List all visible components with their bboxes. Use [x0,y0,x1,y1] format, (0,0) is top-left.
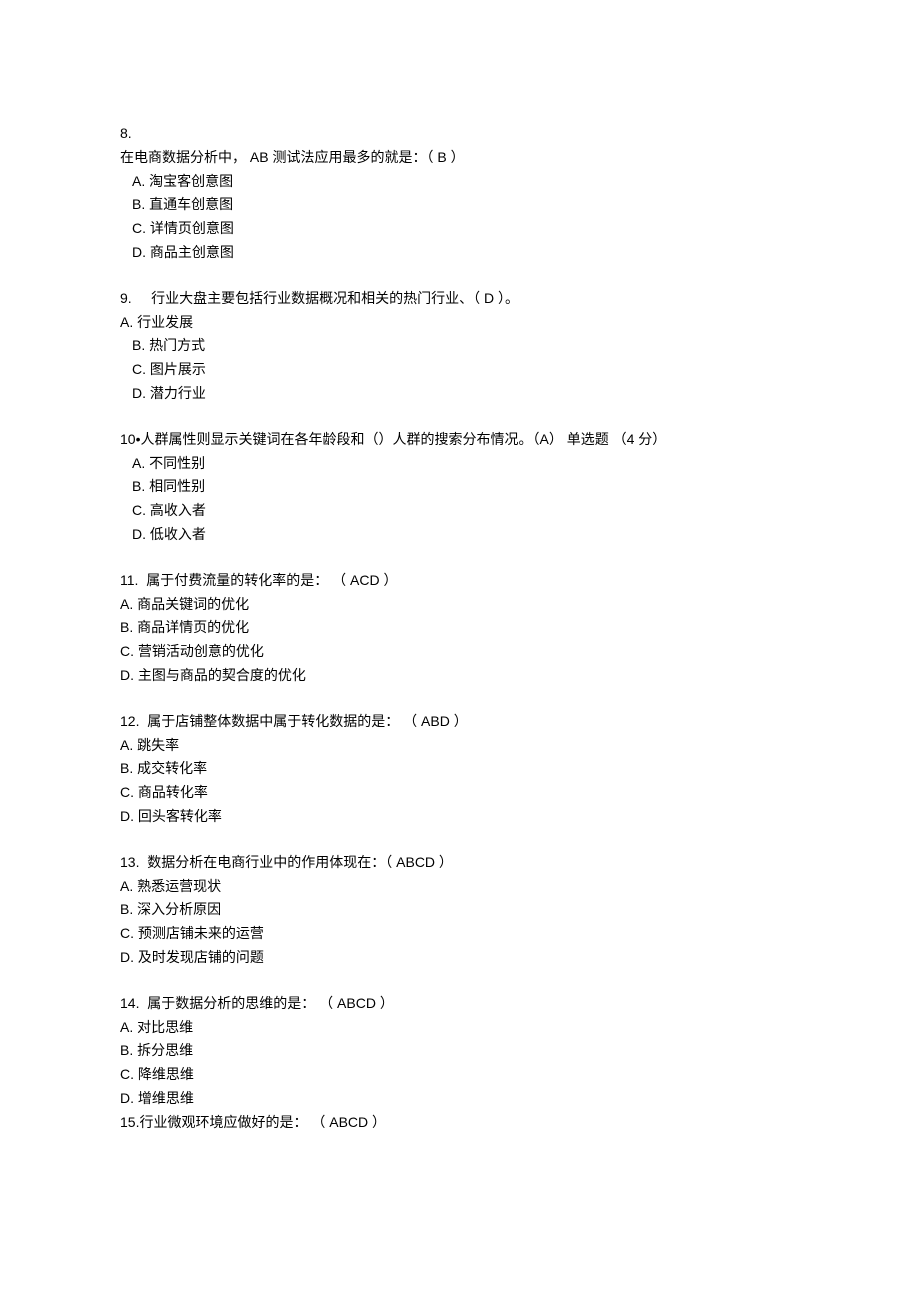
question-number: 12. [120,713,139,729]
option-c: C. 预测店铺未来的运营 [120,922,800,946]
question-15: 15.行业微观环境应做好的是： （ ABCD ） [120,1111,800,1135]
question-number: 14. [120,995,139,1011]
option-d: D. 回头客转化率 [120,805,800,829]
options: A. 行业发展 B. 热门方式 C. 图片展示 D. 潜力行业 [120,311,800,406]
option-b: B. 深入分析原因 [120,898,800,922]
option-c: C. 商品转化率 [120,781,800,805]
question-stem: 10•人群属性则显示关键词在各年龄段和（）人群的搜索分布情况。（A） 单选题 （… [120,428,800,452]
option-a: A. 行业发展 [120,311,800,335]
question-text: 属于数据分析的思维的是： （ ABCD ） [147,995,394,1011]
option-d: D. 主图与商品的契合度的优化 [120,664,800,688]
option-a: A. 熟悉运营现状 [120,875,800,899]
question-stem: 14. 属于数据分析的思维的是： （ ABCD ） [120,992,800,1016]
options: A. 熟悉运营现状 B. 深入分析原因 C. 预测店铺未来的运营 D. 及时发现… [120,875,800,970]
option-a: A. 跳失率 [120,734,800,758]
question-12: 12. 属于店铺整体数据中属于转化数据的是： （ ABD ） A. 跳失率 B.… [120,710,800,829]
question-11: 11. 属于付费流量的转化率的是： （ ACD ） A. 商品关键词的优化 B.… [120,569,800,688]
question-text: 数据分析在电商行业中的作用体现在：（ ABCD ） [147,854,453,870]
option-d: D. 低收入者 [132,523,800,547]
option-d: D. 商品主创意图 [132,241,800,265]
question-text: 行业微观环境应做好的是： （ ABCD ） [139,1114,386,1130]
question-10: 10•人群属性则显示关键词在各年龄段和（）人群的搜索分布情况。（A） 单选题 （… [120,428,800,547]
option-a: A. 淘宝客创意图 [132,170,800,194]
option-b: B. 成交转化率 [120,757,800,781]
option-b: B. 商品详情页的优化 [120,616,800,640]
question-stem: 15.行业微观环境应做好的是： （ ABCD ） [120,1111,800,1135]
options: A. 跳失率 B. 成交转化率 C. 商品转化率 D. 回头客转化率 [120,734,800,829]
question-number: 13. [120,854,139,870]
question-text: 属于付费流量的转化率的是： （ ACD ） [146,572,397,588]
question-number: 9. [120,290,132,306]
question-13: 13. 数据分析在电商行业中的作用体现在：（ ABCD ） A. 熟悉运营现状 … [120,851,800,970]
option-b: B. 热门方式 [120,334,800,358]
question-text: 人群属性则显示关键词在各年龄段和（）人群的搜索分布情况。（A） 单选题 （4 分… [140,431,666,447]
question-number: 8. [120,122,800,146]
option-d: D. 潜力行业 [120,382,800,406]
document-page: 8. 在电商数据分析中， AB 测试法应用最多的就是：（ B ） A. 淘宝客创… [0,0,920,1302]
option-b: B. 拆分思维 [120,1039,800,1063]
option-a: A. 不同性别 [132,452,800,476]
option-b: B. 相同性别 [132,475,800,499]
option-c: C. 详情页创意图 [132,217,800,241]
question-9: 9. 行业大盘主要包括行业数据概况和相关的热门行业、（ D ）。 A. 行业发展… [120,287,800,406]
question-stem: 12. 属于店铺整体数据中属于转化数据的是： （ ABD ） [120,710,800,734]
option-a: A. 对比思维 [120,1016,800,1040]
option-b: B. 直通车创意图 [132,193,800,217]
question-text: 属于店铺整体数据中属于转化数据的是： （ ABD ） [147,713,467,729]
question-text: 行业大盘主要包括行业数据概况和相关的热门行业、（ D ）。 [151,290,519,306]
options: A. 淘宝客创意图 B. 直通车创意图 C. 详情页创意图 D. 商品主创意图 [120,170,800,265]
question-number: 10• [120,431,140,447]
question-14: 14. 属于数据分析的思维的是： （ ABCD ） A. 对比思维 B. 拆分思… [120,992,800,1111]
options: A. 对比思维 B. 拆分思维 C. 降维思维 D. 增维思维 [120,1016,800,1111]
question-number: 15. [120,1114,139,1130]
option-c: C. 营销活动创意的优化 [120,640,800,664]
question-number: 11. [120,572,138,588]
option-d: D. 及时发现店铺的问题 [120,946,800,970]
options: A. 商品关键词的优化 B. 商品详情页的优化 C. 营销活动创意的优化 D. … [120,593,800,688]
options: A. 不同性别 B. 相同性别 C. 高收入者 D. 低收入者 [120,452,800,547]
question-stem: 在电商数据分析中， AB 测试法应用最多的就是：（ B ） [120,146,800,170]
option-a: A. 商品关键词的优化 [120,593,800,617]
option-c: C. 高收入者 [132,499,800,523]
question-stem: 9. 行业大盘主要包括行业数据概况和相关的热门行业、（ D ）。 [120,287,800,311]
question-stem: 11. 属于付费流量的转化率的是： （ ACD ） [120,569,800,593]
option-c: C. 图片展示 [120,358,800,382]
option-d: D. 增维思维 [120,1087,800,1111]
question-stem: 13. 数据分析在电商行业中的作用体现在：（ ABCD ） [120,851,800,875]
question-8: 8. 在电商数据分析中， AB 测试法应用最多的就是：（ B ） A. 淘宝客创… [120,122,800,265]
option-c: C. 降维思维 [120,1063,800,1087]
